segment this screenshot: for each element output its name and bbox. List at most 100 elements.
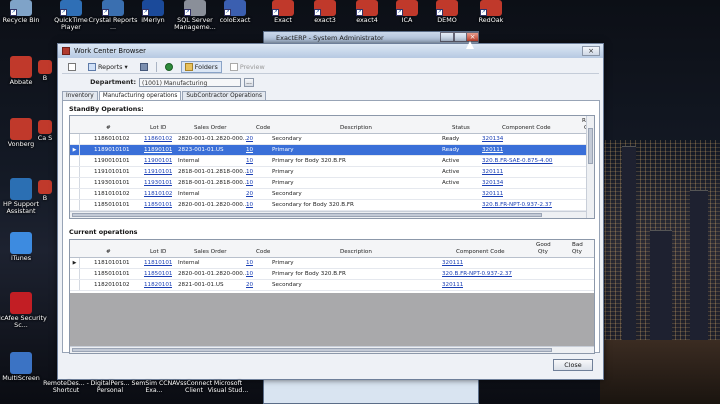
department-field[interactable]: (1001) Manufacturing — [139, 77, 241, 87]
digitalpersona-shortcut-label[interactable]: DigitalPers... Personal — [86, 380, 134, 394]
col-number[interactable]: # — [106, 249, 111, 255]
window-titlebar[interactable]: Work Center Browser × — [58, 44, 603, 58]
col-code[interactable]: Code — [256, 125, 270, 131]
cell-component-code[interactable]: 320111 — [482, 191, 503, 197]
new-button[interactable] — [64, 61, 80, 73]
row-header[interactable] — [70, 134, 80, 144]
row-header[interactable] — [70, 200, 80, 210]
col-bad-qty-top[interactable]: Bad — [572, 242, 583, 248]
col-sales-order[interactable]: Sales Order — [194, 125, 227, 131]
col-good-qty-bottom[interactable]: Qty — [538, 249, 548, 255]
refresh-button[interactable] — [161, 61, 177, 73]
cell-code[interactable]: 10 — [246, 202, 253, 208]
desktop-shortcut-partial[interactable]: Ca S — [34, 120, 56, 142]
col-description[interactable]: Description — [340, 125, 372, 131]
col-lot-id[interactable]: Lot ID — [150, 125, 166, 131]
standby-horizontal-scrollbar[interactable] — [70, 211, 586, 218]
desktop-shortcut[interactable]: ↗ Recycle Bin — [0, 0, 48, 24]
standby-grid[interactable]: # Lot ID Sales Order Code Description St… — [69, 115, 595, 219]
cell-lot-id[interactable]: 11850101 — [144, 271, 172, 277]
cell-code[interactable]: 20 — [246, 282, 253, 288]
table-row[interactable]: 1182010102 11820101 2821-001-01.US 20 Second… — [70, 280, 594, 291]
work-center-browser-window[interactable]: Work Center Browser × Reports ▾ Folders … — [57, 43, 604, 380]
col-bad-qty-bottom[interactable]: Qty — [572, 249, 582, 255]
col-good-qty-top[interactable]: Good — [536, 242, 551, 248]
cell-component-code[interactable]: 320111 — [442, 282, 463, 288]
tools-button[interactable] — [136, 61, 152, 73]
row-header[interactable] — [70, 167, 80, 177]
table-row[interactable]: 1185010101 11850101 2820-001-01.2820-000..… — [70, 200, 594, 211]
table-row[interactable]: 1186010102 11860102 2820-001-01.2820-000..… — [70, 134, 594, 145]
col-component-code[interactable]: Component Code — [502, 125, 551, 131]
table-row[interactable]: 1181010102 11810102 Internal 20 Secondary 320… — [70, 189, 594, 200]
table-row[interactable]: ▶ 1181010101 11810101 Internal 10 Primary 3201… — [70, 258, 594, 269]
col-number[interactable]: # — [106, 125, 111, 131]
cell-code[interactable]: 10 — [246, 158, 253, 164]
cell-lot-id[interactable]: 11890101 — [144, 147, 172, 153]
cell-lot-id[interactable]: 11810102 — [144, 191, 172, 197]
col-lot-id[interactable]: Lot ID — [150, 249, 166, 255]
table-row[interactable]: 1190010101 11900101 Internal 10 Primary for … — [70, 156, 594, 167]
cell-lot-id[interactable]: 11860102 — [144, 136, 172, 142]
scrollbar-thumb[interactable] — [72, 348, 552, 352]
window-close-button[interactable]: × — [582, 46, 600, 56]
col-sales-order[interactable]: Sales Order — [194, 249, 227, 255]
row-header[interactable]: ▶ — [70, 258, 80, 268]
desktop-shortcut[interactable]: MultiScreen — [0, 352, 48, 382]
row-header[interactable] — [70, 269, 80, 279]
standby-vertical-scrollbar[interactable] — [586, 116, 594, 218]
cell-lot-id[interactable]: 11910101 — [144, 169, 172, 175]
preview-button[interactable]: Preview — [226, 61, 269, 73]
current-operations-grid[interactable]: # Lot ID Sales Order Code Description Co… — [69, 239, 595, 354]
reports-button[interactable]: Reports ▾ — [84, 61, 132, 73]
desktop-shortcut-partial[interactable]: B — [34, 180, 56, 202]
folders-button[interactable]: Folders — [180, 60, 222, 73]
cell-lot-id[interactable]: 11810101 — [144, 260, 172, 266]
desktop-shortcut-partial[interactable]: B — [34, 60, 56, 82]
cell-code[interactable]: 20 — [246, 191, 253, 197]
table-row[interactable]: 1191010101 11910101 2818-001-01.2818-000..… — [70, 167, 594, 178]
cell-component-code[interactable]: 320.B.FR-NPT-0.937-2.37 — [482, 202, 552, 208]
desktop-shortcut[interactable]: iTunes — [0, 232, 48, 262]
cell-lot-id[interactable]: 11820101 — [144, 282, 172, 288]
col-status[interactable]: Status — [452, 125, 470, 131]
cell-component-code[interactable]: 320111 — [442, 260, 463, 266]
table-row[interactable]: 1193010101 11930101 2818-001-01.2818-000..… — [70, 178, 594, 189]
row-header[interactable] — [70, 280, 80, 290]
cell-lot-id[interactable]: 11850101 — [144, 202, 172, 208]
scrollbar-thumb[interactable] — [588, 128, 593, 164]
row-header[interactable] — [70, 189, 80, 199]
cell-code[interactable]: 10 — [246, 260, 253, 266]
cell-lot-id[interactable]: 11900101 — [144, 158, 172, 164]
cell-component-code[interactable]: 320.B.FR-NPT-0.937-2.37 — [442, 271, 512, 277]
cell-lot-id[interactable]: 11930101 — [144, 180, 172, 186]
col-code[interactable]: Code — [256, 249, 270, 255]
cell-component-code[interactable]: 320111 — [482, 147, 503, 153]
desktop-shortcut[interactable]: ↗ RedOak — [464, 0, 518, 24]
cell-component-code[interactable]: 320134 — [482, 180, 503, 186]
cell-code[interactable]: 10 — [246, 271, 253, 277]
row-header[interactable]: ▶ — [70, 145, 80, 155]
cell-code[interactable]: 20 — [246, 136, 253, 142]
desktop-shortcut[interactable]: ↗ coloExact — [208, 0, 262, 24]
table-row[interactable]: 1185010101 11850101 2820-001-01.2820-000..… — [70, 269, 594, 280]
row-header[interactable] — [70, 178, 80, 188]
cell-component-code[interactable]: 320.B.FR-SAE-0.875-4.00 — [482, 158, 553, 164]
close-button[interactable]: Close — [553, 359, 593, 371]
table-row[interactable]: ▶ 1189010101 11890101 2823-001-01.US 10 Prima… — [70, 145, 594, 156]
cell-code[interactable]: 10 — [246, 169, 253, 175]
cell-code[interactable]: 10 — [246, 147, 253, 153]
visual-studio-shortcut-label[interactable]: Microsoft Visual Stud... — [204, 380, 252, 394]
minimize-button[interactable] — [440, 32, 454, 42]
department-browse-button[interactable]: ... — [244, 77, 254, 87]
cell-code[interactable]: 10 — [246, 180, 253, 186]
remote-desktop-shortcut-label[interactable]: RemoteDes... - Shortcut — [42, 380, 90, 394]
desktop-shortcut[interactable]: McAfee Security Sc... — [0, 292, 48, 329]
row-header[interactable] — [70, 156, 80, 166]
col-description[interactable]: Description — [340, 249, 372, 255]
cell-component-code[interactable]: 320111 — [482, 169, 503, 175]
current-horizontal-scrollbar[interactable] — [70, 346, 594, 353]
col-component-code[interactable]: Component Code — [456, 249, 505, 255]
cell-component-code[interactable]: 320134 — [482, 136, 503, 142]
scrollbar-thumb[interactable] — [72, 213, 542, 217]
